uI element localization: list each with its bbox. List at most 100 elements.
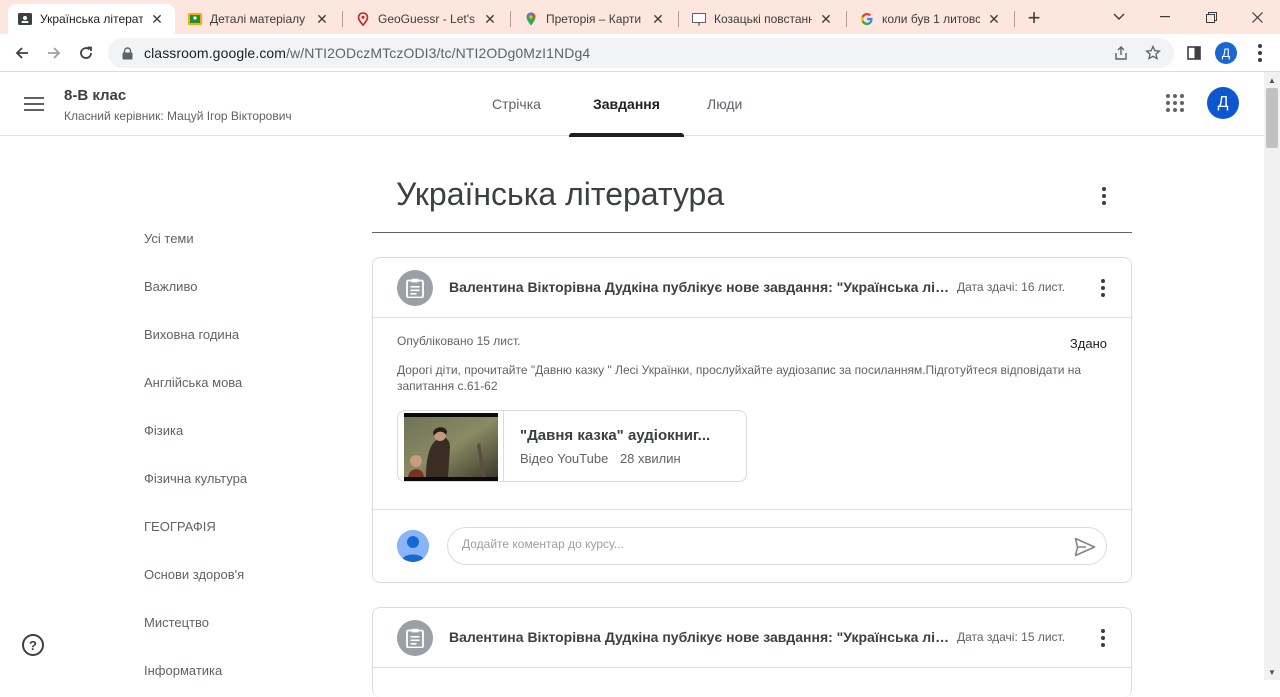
tab-divider — [342, 11, 343, 27]
topic-item-physics[interactable]: Фізика — [144, 423, 183, 438]
comment-input[interactable] — [462, 537, 1052, 551]
assignment-header[interactable]: Валентина Вікторівна Дудкіна публікує но… — [373, 258, 1131, 318]
close-tab-icon[interactable]: ✕ — [482, 11, 498, 28]
google-apps-icon[interactable] — [1166, 94, 1184, 112]
due-date: Дата здачі: 16 лист. — [957, 280, 1066, 294]
attachment-duration: 28 хвилин — [619, 451, 681, 466]
minimize-button[interactable] — [1142, 0, 1188, 34]
close-tab-icon[interactable]: ✕ — [650, 11, 666, 28]
video-thumbnail — [404, 413, 498, 481]
tab-title: Козацькі повстанн — [714, 12, 812, 26]
browser-tab-classroom[interactable]: Українська літерат ✕ — [8, 4, 175, 34]
topic-options-button[interactable] — [1094, 184, 1114, 208]
browser-tab-google-search[interactable]: коли був 1 литовс ✕ — [850, 4, 1012, 34]
side-panel-icon — [1187, 46, 1201, 60]
tab-title: коли був 1 литовс — [882, 12, 980, 26]
main-menu-icon[interactable] — [24, 92, 48, 116]
close-window-button[interactable] — [1234, 0, 1280, 34]
topic-item-important[interactable]: Важливо — [144, 279, 197, 294]
tab-divider — [1014, 11, 1015, 27]
tab-divider — [510, 11, 511, 27]
arrow-right-icon — [48, 47, 61, 59]
topic-item-health[interactable]: Основи здоров'я — [144, 567, 244, 582]
classroom-header: 8-В клас Класний керівник: Мацуй Ігор Ві… — [0, 72, 1264, 137]
assignment-title[interactable]: Валентина Вікторівна Дудкіна публікує но… — [449, 629, 953, 645]
topic-item-homeroom[interactable]: Виховна година — [144, 327, 239, 342]
close-icon — [1251, 11, 1263, 23]
restore-icon — [1205, 11, 1217, 23]
tab-stream[interactable]: Стрічка — [468, 72, 565, 136]
assignment-title[interactable]: Валентина Вікторівна Дудкіна публікує но… — [449, 279, 953, 295]
attachment-type: Відео YouTube — [520, 451, 609, 466]
due-date: Дата здачі: 15 лист. — [957, 630, 1066, 644]
google-maps-favicon-icon — [524, 12, 538, 26]
commenter-avatar — [397, 530, 429, 562]
tab-title: Преторія – Карти G — [546, 12, 644, 26]
scrollbar-thumb[interactable] — [1266, 88, 1278, 148]
browser-menu-button[interactable] — [1246, 39, 1274, 67]
close-tab-icon[interactable]: ✕ — [818, 11, 834, 28]
tab-people[interactable]: Люди — [683, 72, 766, 136]
browser-toolbar: classroom.google.com/w/NTI2ODczMTczODI3/… — [0, 34, 1280, 72]
restore-button[interactable] — [1188, 0, 1234, 34]
browser-tab-strip: Українська літерат ✕ Деталі матеріалу ✕ … — [0, 0, 1280, 34]
tab-classwork[interactable]: Завдання — [569, 72, 684, 137]
dot — [1258, 51, 1262, 55]
assignment-options-button[interactable] — [1093, 276, 1113, 300]
tab-search-button[interactable] — [1096, 0, 1142, 34]
arrow-left-icon — [15, 47, 28, 59]
browser-tab-geoguessr[interactable]: GeoGuessr - Let's e ✕ — [346, 4, 508, 34]
assignment-card: Валентина Вікторівна Дудкіна публікує но… — [372, 607, 1132, 697]
comment-section — [373, 510, 1131, 582]
lock-icon — [120, 46, 134, 60]
new-tab-button[interactable]: + — [1020, 4, 1048, 32]
browser-tab-kozatski[interactable]: Козацькі повстанн ✕ — [682, 4, 844, 34]
dot — [1258, 44, 1262, 48]
topic-item-all[interactable]: Усі теми — [144, 231, 194, 246]
browser-profile-avatar[interactable]: Д — [1215, 42, 1237, 64]
tab-divider — [846, 11, 847, 27]
topic-item-pe[interactable]: Фізична культура — [144, 471, 247, 486]
share-icon[interactable] — [1112, 44, 1130, 62]
assignment-icon — [397, 270, 433, 306]
assignment-header[interactable]: Валентина Вікторівна Дудкіна публікує но… — [373, 608, 1131, 668]
youtube-attachment[interactable]: "Давня казка" аудіокниг... Відео YouTube… — [397, 410, 747, 482]
assignment-description: Дорогі діти, прочитайте "Давню казку " Л… — [397, 363, 1082, 393]
scroll-down-icon[interactable]: ▼ — [1264, 664, 1280, 680]
tab-title: GeoGuessr - Let's e — [378, 12, 476, 26]
reload-button[interactable] — [72, 39, 100, 67]
comment-box — [447, 527, 1107, 565]
user-avatar[interactable]: Д — [1207, 87, 1239, 119]
class-name[interactable]: 8-В клас — [64, 87, 126, 104]
browser-tab-material[interactable]: Деталі матеріалу ✕ — [178, 4, 340, 34]
help-icon[interactable]: ? — [22, 634, 44, 656]
reload-icon — [80, 46, 92, 59]
url-host: classroom.google.com — [144, 45, 287, 61]
posted-date: Опубліковано 15 лист. — [397, 334, 521, 348]
minimize-icon — [1160, 16, 1170, 18]
topic-item-english[interactable]: Англійська мова — [144, 375, 242, 390]
bookmark-star-icon[interactable] — [1144, 44, 1162, 62]
attachment-title[interactable]: "Давня казка" аудіокниг... — [520, 427, 710, 444]
send-icon[interactable] — [1074, 537, 1096, 557]
close-tab-icon[interactable]: ✕ — [314, 11, 330, 28]
close-tab-icon[interactable]: ✕ — [149, 11, 165, 28]
address-bar[interactable]: classroom.google.com/w/NTI2ODczMTczODI3/… — [108, 38, 1174, 68]
forward-button[interactable] — [40, 39, 68, 67]
attachment-divider — [503, 411, 504, 481]
topic-item-informatics[interactable]: Інформатика — [144, 663, 222, 678]
topic-item-geography[interactable]: ГЕОГРАФІЯ — [144, 519, 216, 534]
url-path: /w/NTI2ODczMTczODI3/tc/NTI2ODg0MzI1NDg4 — [286, 45, 591, 61]
assignment-options-button[interactable] — [1093, 626, 1113, 650]
assignment-icon — [397, 620, 433, 656]
page-scrollbar[interactable] — [1264, 72, 1280, 680]
close-tab-icon[interactable]: ✕ — [986, 11, 1002, 28]
topic-title: Українська література — [396, 176, 725, 212]
google-favicon-icon — [860, 12, 874, 26]
chevron-down-icon — [1113, 13, 1125, 20]
browser-tab-maps[interactable]: Преторія – Карти G ✕ — [514, 4, 676, 34]
topic-item-art[interactable]: Мистецтво — [144, 615, 209, 630]
back-button[interactable] — [8, 39, 36, 67]
scroll-up-icon[interactable]: ▲ — [1264, 72, 1280, 88]
side-panel-button[interactable] — [1180, 39, 1208, 67]
